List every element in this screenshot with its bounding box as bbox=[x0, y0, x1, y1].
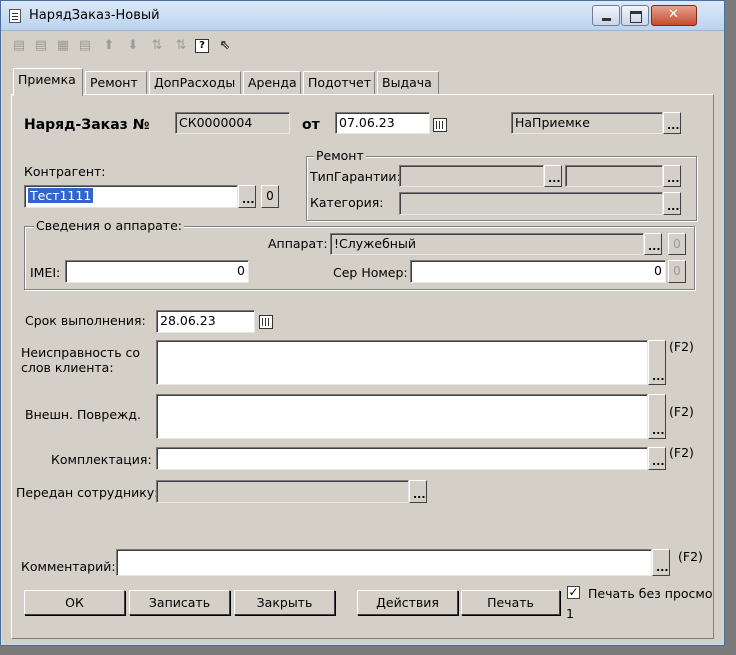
actions-button[interactable]: Действия bbox=[357, 590, 458, 615]
comment-hint: (F2) bbox=[678, 549, 703, 564]
kit-select-button[interactable] bbox=[648, 447, 666, 470]
pointer-help-icon[interactable]: ⇖ bbox=[215, 36, 235, 56]
kit-field[interactable] bbox=[156, 447, 648, 470]
serial-field[interactable]: 0 bbox=[410, 260, 666, 283]
kit-label: Комплектация: bbox=[51, 452, 152, 467]
device-group-title: Сведения о аппарате: bbox=[34, 218, 184, 233]
close-window-button[interactable] bbox=[651, 5, 697, 26]
sort-desc-icon[interactable]: ⇅ bbox=[171, 36, 191, 56]
imei-field[interactable]: 0 bbox=[65, 260, 249, 283]
category-label: Категория: bbox=[310, 195, 384, 210]
delete-row-icon[interactable]: ▤ bbox=[75, 36, 95, 56]
move-down-icon[interactable]: ⬇ bbox=[123, 36, 143, 56]
minimize-button[interactable] bbox=[592, 5, 620, 26]
employee-label: Передан сотруднику: bbox=[16, 485, 159, 500]
comment-label: Комментарий: bbox=[21, 559, 116, 574]
status-select-button[interactable] bbox=[663, 112, 681, 134]
damage-select-button[interactable] bbox=[648, 394, 666, 439]
sort-asc-icon[interactable]: ⇅ bbox=[147, 36, 167, 56]
fault-select-button[interactable] bbox=[648, 340, 666, 385]
warranty-extra-field[interactable] bbox=[565, 165, 663, 187]
from-label: от bbox=[302, 117, 320, 133]
window-title: НарядЗаказ-Новый bbox=[29, 8, 160, 23]
tab-vydacha[interactable]: Выдача bbox=[377, 71, 439, 95]
document-icon bbox=[9, 9, 21, 23]
title-bar: НарядЗаказ-Новый bbox=[1, 1, 724, 31]
warranty-extra-select-button[interactable] bbox=[663, 165, 681, 187]
damage-field[interactable] bbox=[156, 394, 648, 439]
add-row-icon[interactable]: ▤ bbox=[9, 36, 29, 56]
print-preview-checkbox[interactable]: ✓ bbox=[567, 586, 580, 599]
serial-label: Сер Номер: bbox=[333, 265, 408, 280]
calendar-icon[interactable] bbox=[433, 118, 447, 132]
help-icon[interactable]: ? bbox=[195, 39, 209, 53]
save-button[interactable]: Записать bbox=[129, 590, 230, 615]
warranty-field[interactable] bbox=[399, 165, 544, 187]
employee-select-button[interactable] bbox=[409, 480, 427, 503]
counterparty-select-button[interactable] bbox=[238, 185, 256, 208]
ok-button[interactable]: ОК bbox=[24, 590, 125, 615]
close-button[interactable]: Закрыть bbox=[234, 590, 335, 615]
comment-select-button[interactable] bbox=[652, 549, 670, 576]
tab-remont[interactable]: Ремонт bbox=[85, 71, 147, 95]
imei-label: IMEI: bbox=[30, 265, 61, 280]
device-clear-button[interactable]: 0 bbox=[668, 233, 686, 255]
maximize-button[interactable] bbox=[621, 5, 649, 26]
repair-group-title: Ремонт bbox=[314, 148, 366, 163]
tab-dop-rashody[interactable]: ДопРасходы bbox=[149, 71, 241, 95]
print-preview-label: Печать без просмо bbox=[588, 586, 713, 601]
copy-row-icon[interactable]: ▤ bbox=[31, 36, 51, 56]
counterparty-clear-button[interactable]: 0 bbox=[261, 185, 279, 208]
main-window: НарядЗаказ-Новый ▤ ▤ ▦ ▤ ⬆ ⬇ ⇅ ⇅ ? ⇖ При… bbox=[0, 0, 725, 646]
date-field[interactable]: 07.06.23 bbox=[335, 112, 430, 134]
counterparty-label: Контрагент: bbox=[24, 164, 106, 179]
tab-priemka[interactable]: Приемка bbox=[13, 68, 83, 96]
order-number-field[interactable]: СК0000004 bbox=[175, 112, 290, 134]
counterparty-value: Тест1111 bbox=[28, 188, 94, 203]
fault-hint: (F2) bbox=[669, 339, 694, 354]
tab-arenda[interactable]: Аренда bbox=[243, 71, 301, 95]
move-up-icon[interactable]: ⬆ bbox=[99, 36, 119, 56]
category-select-button[interactable] bbox=[663, 192, 681, 215]
edit-row-icon[interactable]: ▦ bbox=[53, 36, 73, 56]
employee-field[interactable] bbox=[156, 480, 409, 503]
device-field[interactable]: !Служебный bbox=[330, 233, 644, 255]
damage-hint: (F2) bbox=[669, 404, 694, 419]
warranty-label: ТипГарантии: bbox=[310, 169, 401, 184]
serial-clear-button[interactable]: 0 bbox=[668, 260, 686, 283]
fault-field[interactable] bbox=[156, 340, 648, 385]
status-field[interactable]: НаПриемке bbox=[511, 112, 663, 134]
kit-hint: (F2) bbox=[669, 445, 694, 460]
deadline-calendar-icon[interactable] bbox=[259, 315, 273, 329]
deadline-label: Срок выполнения: bbox=[25, 313, 146, 328]
device-select-button[interactable] bbox=[644, 233, 662, 255]
comment-field[interactable] bbox=[116, 549, 652, 576]
counterparty-field[interactable]: Тест1111 bbox=[24, 185, 238, 208]
fault-label: Неисправность со слов клиента: bbox=[21, 345, 141, 375]
print-button[interactable]: Печать bbox=[461, 590, 560, 615]
order-label: Наряд-Заказ № bbox=[24, 117, 150, 133]
deadline-field[interactable]: 28.06.23 bbox=[156, 310, 255, 333]
warranty-select-button[interactable] bbox=[544, 165, 562, 187]
print-count: 1 bbox=[566, 606, 574, 621]
toolbar: ▤ ▤ ▦ ▤ ⬆ ⬇ ⇅ ⇅ ? ⇖ bbox=[9, 36, 309, 58]
damage-label: Внешн. Поврежд. bbox=[25, 407, 141, 422]
category-field[interactable] bbox=[399, 192, 663, 215]
tab-podotchet[interactable]: Подотчет bbox=[303, 71, 375, 95]
device-label: Аппарат: bbox=[268, 236, 328, 251]
